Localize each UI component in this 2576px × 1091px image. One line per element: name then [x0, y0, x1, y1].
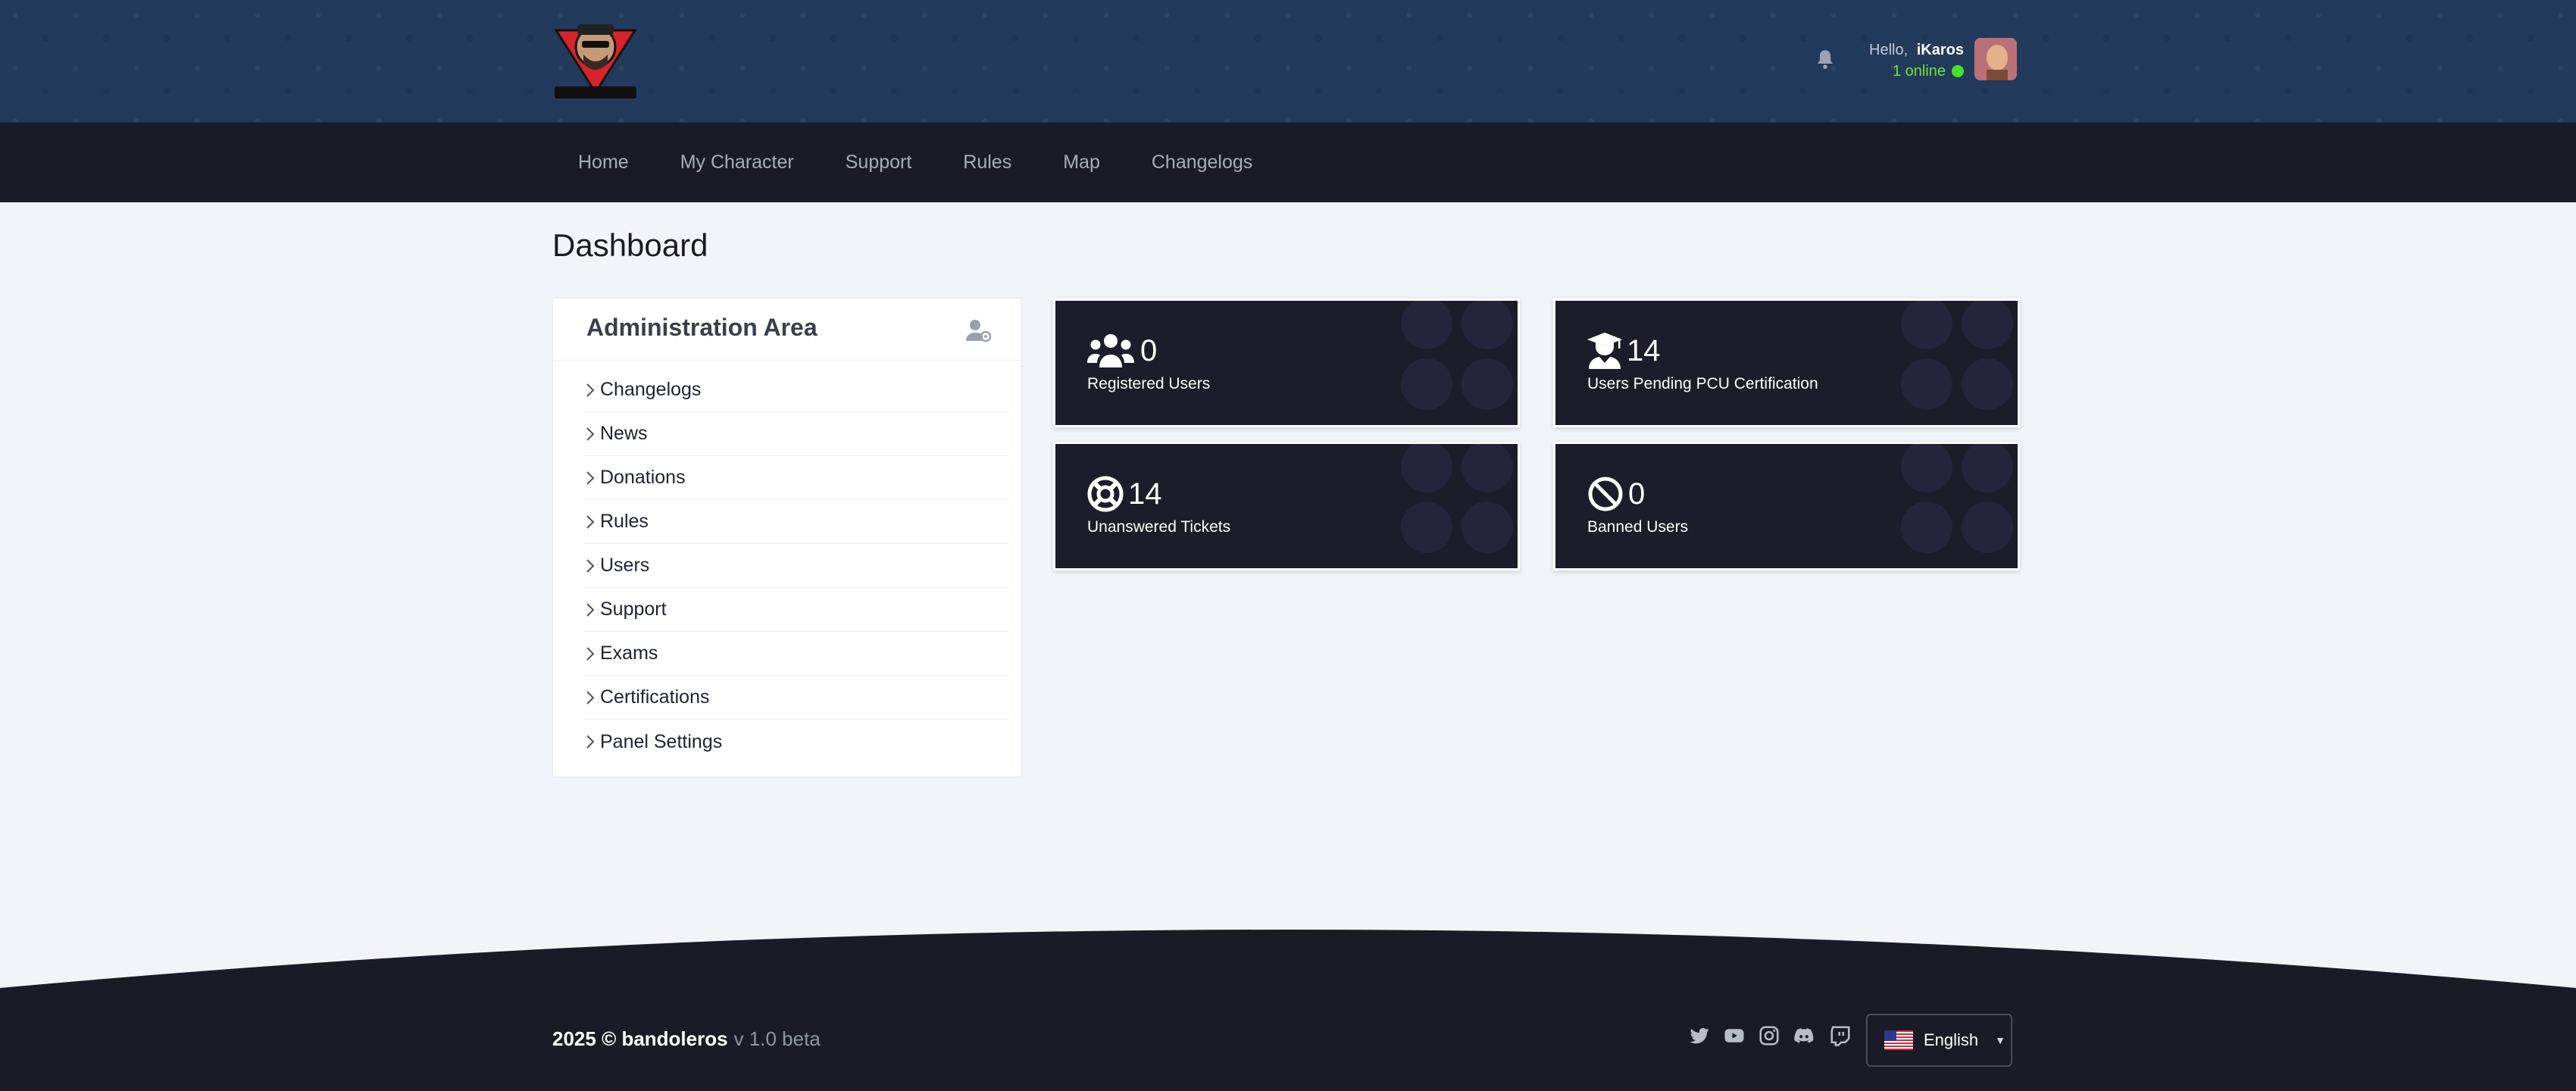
stat-value: 14	[1128, 477, 1162, 511]
stat-card-pending-certification[interactable]: 14 Users Pending PCU Certification	[1553, 299, 2020, 427]
decorative-pattern	[1401, 444, 1513, 553]
version-text: v 1.0 beta	[733, 1027, 821, 1050]
chevron-right-icon	[586, 427, 595, 441]
nav-my-character[interactable]: My Character	[655, 152, 820, 173]
notifications-bell-icon[interactable]	[1812, 47, 1838, 73]
admin-panel-header: Administration Area	[553, 299, 1021, 361]
site-logo[interactable]	[552, 14, 639, 103]
twitch-icon[interactable]	[1829, 1024, 1852, 1047]
admin-item-support[interactable]: Support	[583, 588, 1009, 632]
admin-item-changelogs[interactable]: Changelogs	[583, 368, 1009, 412]
admin-item-users[interactable]: Users	[583, 544, 1009, 588]
chevron-right-icon	[586, 690, 595, 705]
username: iKaros	[1916, 42, 1964, 58]
nav-rules[interactable]: Rules	[937, 152, 1037, 173]
decorative-pattern	[1901, 301, 2013, 410]
graduate-icon	[1587, 333, 1622, 369]
chevron-right-icon	[586, 558, 595, 573]
twitter-icon[interactable]	[1688, 1024, 1711, 1047]
avatar[interactable]	[1974, 38, 2017, 80]
instagram-icon[interactable]	[1758, 1024, 1780, 1047]
admin-item-label: Certifications	[600, 686, 710, 708]
admin-item-label: Support	[600, 599, 667, 620]
decorative-pattern	[1401, 301, 1513, 410]
language-selector[interactable]: English ▼	[1866, 1014, 2012, 1067]
greeting-text: Hello,	[1869, 42, 1909, 58]
admin-menu: Changelogs News Donations Rules Users Su…	[553, 361, 1021, 764]
footer-background	[0, 930, 2576, 1091]
youtube-icon[interactable]	[1723, 1024, 1746, 1047]
discord-icon[interactable]	[1793, 1024, 1815, 1047]
stat-card-banned-users[interactable]: 0 Banned Users	[1553, 442, 2020, 571]
chevron-right-icon	[586, 470, 595, 485]
admin-item-exams[interactable]: Exams	[583, 632, 1009, 676]
admin-item-label: Changelogs	[600, 379, 702, 400]
stat-value: 0	[1140, 334, 1158, 367]
main-nav: Home My Character Support Rules Map Chan…	[0, 123, 2576, 202]
administration-panel: Administration Area Changelogs News Dona…	[552, 298, 1022, 777]
admin-item-label: Donations	[600, 467, 686, 488]
online-count: 1 online	[1892, 63, 1946, 80]
stat-label: Banned Users	[1587, 518, 1689, 536]
user-settings-icon	[965, 318, 993, 342]
nav-support[interactable]: Support	[820, 152, 938, 173]
admin-item-news[interactable]: News	[583, 412, 1009, 456]
decorative-pattern	[1901, 444, 2013, 553]
top-header: Hello, iKaros 1 online	[0, 0, 2576, 123]
ban-icon	[1588, 477, 1623, 511]
users-icon	[1087, 334, 1134, 367]
chevron-right-icon	[586, 602, 595, 617]
chevron-right-icon	[586, 646, 595, 661]
admin-item-label: Panel Settings	[600, 730, 723, 752]
caret-down-icon: ▼	[1995, 1034, 2006, 1046]
stat-value: 14	[1627, 334, 1661, 367]
online-status: 1 online	[1869, 61, 1964, 82]
stat-label: Unanswered Tickets	[1087, 518, 1231, 536]
chevron-right-icon	[586, 514, 595, 529]
copyright-text: 2025 © bandoleros	[552, 1027, 728, 1050]
admin-item-panel-settings[interactable]: Panel Settings	[583, 720, 1009, 764]
nav-map[interactable]: Map	[1037, 152, 1126, 173]
admin-panel-title: Administration Area	[586, 314, 818, 341]
us-flag-icon	[1884, 1030, 1913, 1050]
user-greeting[interactable]: Hello, iKaros 1 online	[1869, 39, 1964, 82]
admin-item-donations[interactable]: Donations	[583, 456, 1009, 500]
chevron-right-icon	[586, 383, 595, 397]
admin-item-certifications[interactable]: Certifications	[583, 676, 1009, 720]
stat-label: Users Pending PCU Certification	[1587, 375, 1818, 392]
language-label: English	[1924, 1030, 1979, 1049]
admin-item-label: Users	[600, 555, 650, 576]
nav-home[interactable]: Home	[552, 152, 655, 173]
lifebuoy-icon	[1087, 476, 1124, 512]
page-title: Dashboard	[552, 227, 708, 263]
nav-changelogs[interactable]: Changelogs	[1126, 152, 1278, 173]
stat-card-unanswered-tickets[interactable]: 14 Unanswered Tickets	[1053, 442, 1520, 571]
admin-item-rules[interactable]: Rules	[583, 500, 1009, 544]
admin-item-label: News	[600, 423, 648, 444]
chevron-right-icon	[586, 735, 595, 749]
online-indicator-icon	[1952, 65, 1964, 77]
stat-card-registered-users[interactable]: 0 Registered Users	[1053, 299, 1520, 427]
admin-item-label: Rules	[600, 511, 649, 532]
admin-item-label: Exams	[600, 642, 658, 664]
stat-label: Registered Users	[1087, 375, 1211, 392]
footer-copyright: 2025 © bandoleros v 1.0 beta	[552, 1027, 821, 1051]
stat-value: 0	[1628, 477, 1646, 511]
